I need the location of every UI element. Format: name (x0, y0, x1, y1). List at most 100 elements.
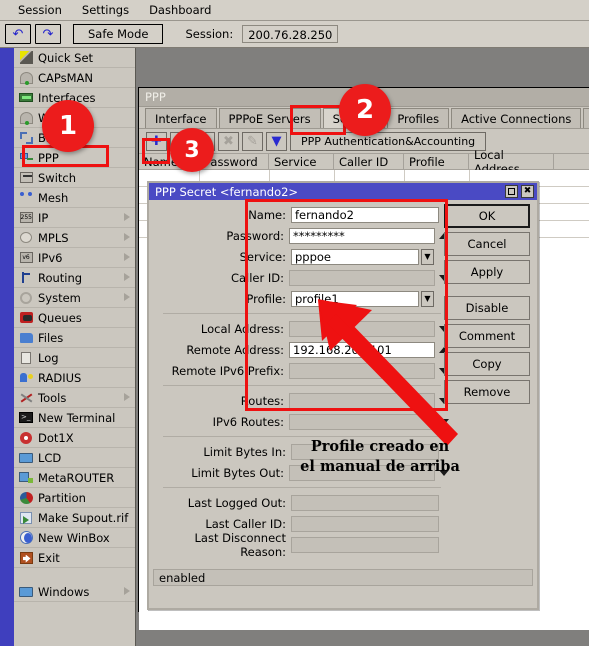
field-label: Last Disconnect Reason: (194, 530, 287, 559)
column-header-label: Profile (409, 154, 445, 169)
sidebar-item-mpls[interactable]: MPLS (14, 228, 135, 248)
dialog-action-buttons: OK Cancel Apply Disable Comment Copy Remove (444, 204, 530, 408)
antenna-icon (18, 111, 34, 125)
sidebar-item-label: Windows (38, 584, 90, 599)
sidebar-item-mesh[interactable]: Mesh (14, 188, 135, 208)
filter-funnel-icon[interactable]: ▼ (266, 131, 287, 151)
sidebar-item-new-terminal[interactable]: >_ New Terminal (14, 408, 135, 428)
tab-profiles[interactable]: Profiles (387, 108, 450, 128)
lcd-icon (18, 451, 34, 465)
sidebar-item-label: Tools (38, 390, 67, 405)
cross-disabled-icon[interactable]: ✖ (218, 131, 239, 151)
cancel-button[interactable]: Cancel (444, 232, 530, 256)
mesh-icon (18, 191, 34, 205)
undo-arrow-icon[interactable]: ↶ (5, 24, 31, 44)
session-label: Session: (185, 27, 234, 41)
close-x-icon[interactable]: ✖ (521, 185, 534, 198)
menu-item-settings[interactable]: Settings (72, 1, 139, 19)
column-header-label: Caller ID (339, 154, 389, 169)
field-label: IPv6 Routes: (212, 414, 285, 429)
annotation-note-line2: el manual de arriba (300, 457, 460, 475)
copy-button[interactable]: Copy (444, 352, 530, 376)
column-header-caller-id[interactable]: Caller ID (334, 153, 404, 170)
tab-active-connections[interactable]: Active Connections (451, 108, 582, 128)
dialog-title-bar[interactable]: PPP Secret <fernando2> ✖ (149, 183, 537, 200)
apply-button[interactable]: Apply (444, 260, 530, 284)
input-last-disconnect-reason[interactable] (291, 536, 439, 553)
partition-icon (18, 491, 34, 505)
chevron-right-icon (124, 393, 130, 401)
tab-l2tp-secrets[interactable]: L2TP Secrets (583, 108, 589, 128)
sidebar-item-label: Switch (38, 170, 77, 185)
sidebar-item-quick-set[interactable]: Quick Set (14, 48, 135, 68)
sidebar-item-label: MetaROUTER (38, 470, 115, 485)
network-card-icon (18, 91, 34, 105)
input-ipv6-routes[interactable] (289, 413, 435, 430)
safe-mode-button[interactable]: Safe Mode (73, 24, 164, 44)
sidebar-item-dot1x[interactable]: Dot1X (14, 428, 135, 448)
chevron-down-icon[interactable] (439, 418, 449, 425)
column-header-service[interactable]: Service (269, 153, 334, 170)
log-icon (18, 351, 34, 365)
sidebar-item-label: IP (38, 210, 49, 225)
winbox-icon (18, 531, 34, 545)
sidebar-item-label: Routing (38, 270, 83, 285)
comment-icon[interactable]: ✎ (242, 131, 263, 151)
field-label: Last Caller ID: (205, 516, 286, 531)
highlight-box-secrets-tab (290, 105, 346, 135)
sidebar-item-new-winbox[interactable]: New WinBox (14, 528, 135, 548)
sidebar-item-make-supout-rif[interactable]: Make Supout.rif (14, 508, 135, 528)
sidebar-item-tools[interactable]: Tools (14, 388, 135, 408)
column-header-label: Service (274, 154, 317, 169)
remove-button[interactable]: Remove (444, 380, 530, 404)
sidebar-item-label: Quick Set (38, 50, 94, 65)
sidebar-item-system[interactable]: System (14, 288, 135, 308)
sidebar-item-ip[interactable]: 255 IP (14, 208, 135, 228)
supout-icon (18, 511, 34, 525)
main-toolbar: ↶ ↷ Safe Mode Session: 200.76.28.250 (0, 21, 589, 48)
chevron-right-icon (124, 233, 130, 241)
menu-item-session[interactable]: Session (8, 1, 72, 19)
highlight-box-form-fields (245, 199, 448, 411)
dialog-status-bar: enabled (153, 569, 533, 586)
sidebar-item-label: Files (38, 330, 64, 345)
sidebar-item-log[interactable]: Log (14, 348, 135, 368)
sidebar-item-metarouter[interactable]: MetaROUTER (14, 468, 135, 488)
ip-icon: 255 (19, 212, 33, 223)
routing-icon (18, 271, 34, 285)
sidebar-item-switch[interactable]: Switch (14, 168, 135, 188)
menu-item-dashboard[interactable]: Dashboard (139, 1, 221, 19)
sidebar-item-files[interactable]: Files (14, 328, 135, 348)
column-header-profile[interactable]: Profile (404, 153, 469, 170)
sidebar-item-lcd[interactable]: LCD (14, 448, 135, 468)
disable-button[interactable]: Disable (444, 296, 530, 320)
sidebar-item-routing[interactable]: Routing (14, 268, 135, 288)
sidebar-item-ipv6[interactable]: v6 IPv6 (14, 248, 135, 268)
chevron-right-icon (124, 253, 130, 261)
sidebar-item-label: Make Supout.rif (38, 510, 129, 525)
sidebar-item-queues[interactable]: Queues (14, 308, 135, 328)
sidebar-item-exit[interactable]: Exit (14, 548, 135, 568)
sidebar-item-partition[interactable]: Partition (14, 488, 135, 508)
redo-arrow-icon[interactable]: ↷ (35, 24, 61, 44)
sidebar-item-windows[interactable]: Windows (14, 582, 135, 602)
input-last-logged-out[interactable] (291, 494, 439, 511)
column-header-local-address[interactable]: Local Address (469, 148, 554, 176)
session-address-field[interactable]: 200.76.28.250 (242, 25, 339, 43)
sidebar-item-label: RADIUS (38, 370, 82, 385)
field-row: Last Disconnect Reason: (149, 531, 449, 559)
tools-icon (18, 391, 34, 405)
comment-button[interactable]: Comment (444, 324, 530, 348)
form-divider (163, 487, 441, 488)
restore-window-icon[interactable] (505, 185, 518, 198)
ipv6-icon: v6 (18, 251, 34, 265)
sidebar-item-capsman[interactable]: CAPsMAN (14, 68, 135, 88)
wand-icon (18, 51, 34, 65)
input-last-caller-id[interactable] (291, 515, 439, 532)
mpls-icon (18, 231, 34, 245)
ok-button[interactable]: OK (444, 204, 530, 228)
sidebar-item-radius[interactable]: RADIUS (14, 368, 135, 388)
chevron-right-icon (124, 587, 130, 595)
tab-interface[interactable]: Interface (145, 108, 217, 128)
